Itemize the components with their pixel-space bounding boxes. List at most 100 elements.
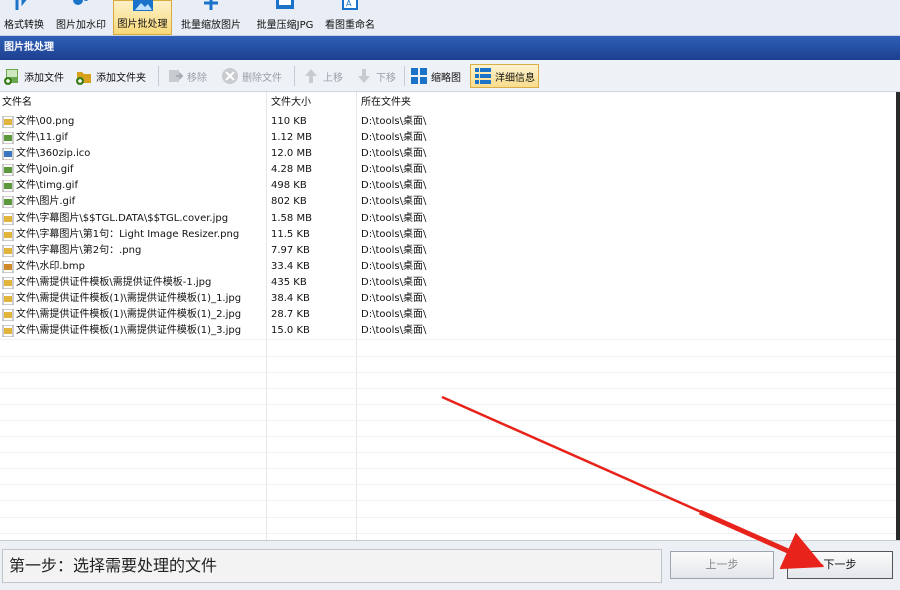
ribbon-format-convert-button[interactable]: 格式转换 [0, 0, 48, 35]
file-size-cell: 802 KB [271, 196, 307, 208]
file-size-cell: 15.0 KB [271, 325, 310, 337]
file-name-cell: 文件\Join.gif [16, 164, 74, 176]
file-folder-cell: D:\tools\桌面\ [361, 276, 427, 288]
column-header-size[interactable]: 文件大小 [271, 92, 311, 114]
toolbar-separator [404, 66, 405, 86]
file-size-cell: 28.7 KB [271, 309, 310, 321]
svg-text:A: A [346, 0, 352, 8]
file-folder-cell: D:\tools\桌面\ [361, 116, 427, 127]
gif-file-icon [2, 132, 14, 145]
file-size-cell: 110 KB [271, 116, 307, 127]
bmp-file-icon [2, 260, 14, 273]
step-instruction: 第一步：选择需要处理的文件 [2, 549, 662, 583]
column-header-name[interactable]: 文件名 [2, 92, 32, 114]
table-row[interactable]: 文件\timg.gif 498 KB D:\tools\桌面\ [0, 178, 900, 194]
jpg-file-icon [2, 293, 14, 306]
file-name-cell: 文件\11.gif [16, 132, 68, 144]
delete-file-button[interactable]: 删除文件 [218, 64, 285, 88]
table-row[interactable]: 文件\需提供证件模板(1)\需提供证件模板(1)_3.jpg 15.0 KB D:\… [0, 323, 900, 339]
file-name-cell: 文件\timg.gif [16, 180, 78, 192]
jpg-file-icon [2, 325, 14, 338]
ribbon-rename-button[interactable]: A 看图重命名 [322, 0, 378, 35]
file-folder-cell: D:\tools\桌面\ [361, 244, 427, 256]
rename-icon: A [342, 0, 358, 10]
column-header-folder[interactable]: 所在文件夹 [361, 92, 411, 114]
gif-file-icon [2, 164, 14, 177]
grid-line [0, 339, 900, 340]
jpg-file-icon [2, 212, 14, 225]
next-step-button[interactable]: 下一步 [787, 551, 893, 579]
thumbnail-view-button[interactable]: 缩略图 [407, 64, 464, 88]
delete-icon [222, 68, 238, 84]
file-size-cell: 38.4 KB [271, 293, 310, 305]
convert-icon [15, 0, 27, 10]
file-list[interactable]: 文件名 文件大小 所在文件夹 文件\00.png 110 KB D:\tools\桌… [0, 92, 900, 540]
top-ribbon: 格式转换 图片加水印 图片批处理 批量缩放图片 批量压缩JPG A 看图重命名 [0, 0, 900, 36]
table-row[interactable]: 文件\需提供证件模板\需提供证件模板-1.jpg 435 KB D:\tools\桌… [0, 275, 900, 291]
add-file-button[interactable]: 添加文件 [0, 64, 67, 88]
move-up-label: 上移 [323, 72, 343, 84]
grid-line [0, 533, 900, 534]
grid-line [0, 372, 900, 373]
file-folder-cell: D:\tools\桌面\ [361, 309, 427, 321]
bottom-bar: 第一步：选择需要处理的文件 上一步 下一步 [0, 540, 900, 590]
details-view-button[interactable]: 洋细信息 [470, 64, 539, 88]
gif-file-icon [2, 196, 14, 209]
move-button[interactable]: 移除 [163, 64, 210, 88]
ribbon-compress-jpg-button[interactable]: 批量压缩JPG [251, 0, 319, 35]
table-row[interactable]: 文件\Join.gif 4.28 MB D:\tools\桌面\ [0, 162, 900, 178]
table-row[interactable]: 文件\需提供证件模板(1)\需提供证件模板(1)_1.jpg 38.4 KB D:\… [0, 291, 900, 307]
move-icon [169, 70, 184, 82]
watermark-icon [73, 0, 89, 5]
table-row[interactable]: 文件\字幕图片\第1句：Light Image Resizer.png 11.5 … [0, 227, 900, 243]
file-name-cell: 文件\需提供证件模板\需提供证件模板-1.jpg [16, 276, 212, 288]
delete-file-label: 删除文件 [242, 72, 282, 84]
add-file-label: 添加文件 [24, 72, 64, 84]
file-folder-cell: D:\tools\桌面\ [361, 325, 427, 337]
details-list-icon [475, 68, 491, 84]
file-folder-cell: D:\tools\桌面\ [361, 180, 427, 192]
compress-jpg-icon [276, 0, 294, 9]
file-name-cell: 文件\图片.gif [16, 196, 76, 208]
table-row[interactable]: 文件\图片.gif 802 KB D:\tools\桌面\ [0, 194, 900, 210]
grid-line [0, 500, 900, 501]
table-body: 文件\00.png 110 KB D:\tools\桌面\ 文件\11.gif 1.12… [0, 114, 900, 339]
file-folder-cell: D:\tools\桌面\ [361, 260, 427, 272]
add-folder-icon [76, 72, 91, 85]
add-folder-button[interactable]: 添加文件夹 [72, 64, 149, 88]
move-down-label: 下移 [376, 72, 396, 84]
table-row[interactable]: 文件\水印.bmp 33.4 KB D:\tools\桌面\ [0, 259, 900, 275]
previous-step-button[interactable]: 上一步 [670, 551, 774, 579]
file-toolbar: 添加文件 添加文件夹 移除 删除文件 上移 下移 缩略图 洋细信息 [0, 60, 900, 92]
table-row[interactable]: 文件\需提供证件模板(1)\需提供证件模板(1)_2.jpg 28.7 KB D:\… [0, 307, 900, 323]
table-row[interactable]: 文件\00.png 110 KB D:\tools\桌面\ [0, 114, 900, 130]
resize-icon [204, 0, 218, 10]
ribbon-label: 图片批处理 [117, 19, 168, 30]
move-down-button[interactable]: 下移 [352, 64, 399, 88]
ribbon-batch-image-button[interactable]: 图片批处理 [113, 0, 172, 35]
toolbar-separator [294, 66, 295, 86]
table-row[interactable]: 文件\字幕图片\$$TGL.DATA\$$TGL.cover.jpg 1.58 M… [0, 211, 900, 227]
add-folder-label: 添加文件夹 [96, 72, 146, 84]
file-name-cell: 文件\水印.bmp [16, 260, 85, 272]
move-up-button[interactable]: 上移 [299, 64, 346, 88]
details-label: 洋细信息 [495, 72, 535, 84]
file-name-cell: 文件\字幕图片\第2句：.png [16, 244, 142, 256]
file-folder-cell: D:\tools\桌面\ [361, 293, 427, 305]
file-name-cell: 文件\360zip.ico [16, 148, 91, 160]
table-row[interactable]: 文件\字幕图片\第2句：.png 7.97 KB D:\tools\桌面\ [0, 243, 900, 259]
jpg-file-icon [2, 276, 14, 289]
png-file-icon [2, 116, 14, 128]
grid-line [0, 468, 900, 469]
arrow-down-icon [358, 69, 370, 83]
grid-line [0, 420, 900, 421]
grid-line [0, 517, 900, 518]
gif-file-icon [2, 180, 14, 193]
file-folder-cell: D:\tools\桌面\ [361, 196, 427, 208]
file-name-cell: 文件\字幕图片\$$TGL.DATA\$$TGL.cover.jpg [16, 212, 229, 224]
table-row[interactable]: 文件\360zip.ico 12.0 MB D:\tools\桌面\ [0, 146, 900, 162]
table-row[interactable]: 文件\11.gif 1.12 MB D:\tools\桌面\ [0, 130, 900, 146]
grid-line [0, 388, 900, 389]
ribbon-watermark-button[interactable]: 图片加水印 [51, 0, 111, 35]
ribbon-resize-button[interactable]: 批量缩放图片 [175, 0, 247, 35]
